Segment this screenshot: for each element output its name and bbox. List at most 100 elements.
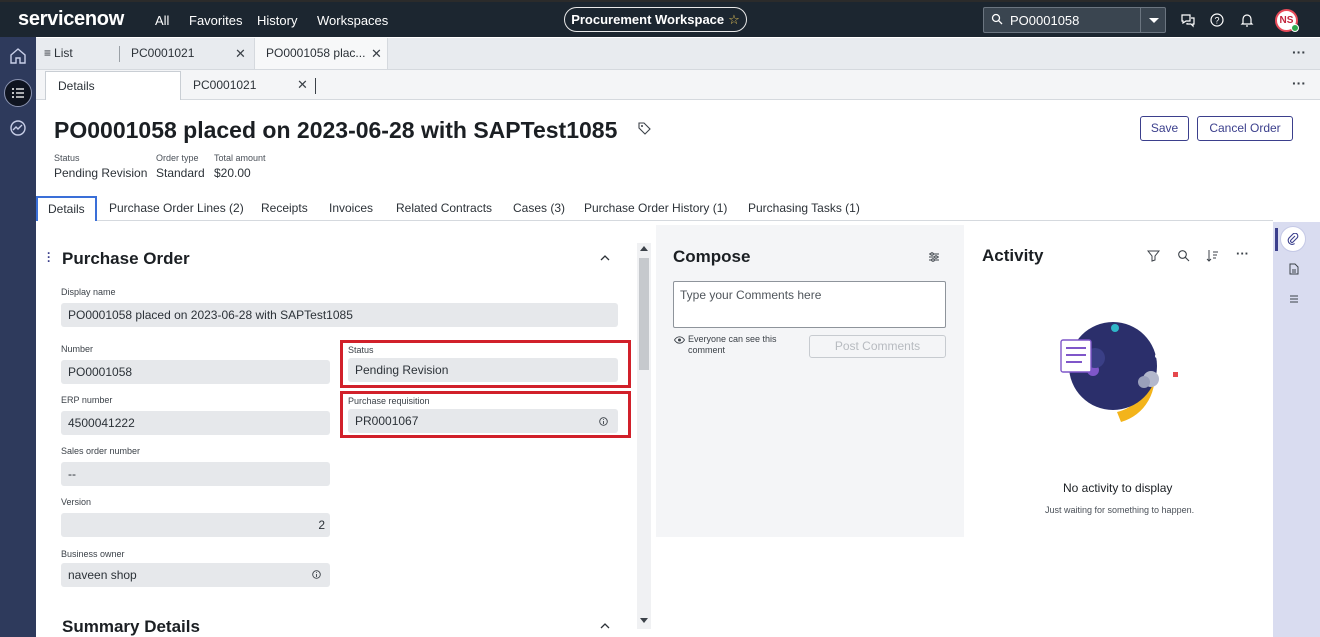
number-label: Number — [61, 344, 94, 354]
left-rail — [0, 37, 36, 637]
display-name-label: Display name — [61, 287, 116, 297]
highlight-box-requisition — [340, 391, 631, 438]
analytics-icon[interactable] — [8, 118, 28, 138]
record-tabs: Details Purchase Order Lines (2) Receipt… — [36, 196, 1273, 221]
meta-status-value: Pending Revision — [54, 166, 148, 180]
info-icon[interactable] — [312, 570, 321, 579]
tab-purchasing-tasks[interactable]: Purchasing Tasks (1) — [748, 196, 860, 221]
meta-total-value: $20.00 — [214, 166, 251, 180]
more-icon[interactable]: ··· — [1236, 246, 1249, 261]
number-field[interactable]: PO0001058 — [61, 360, 330, 384]
list-lines-icon[interactable] — [1288, 293, 1300, 305]
business-owner-value: naveen shop — [68, 568, 137, 582]
business-owner-field[interactable]: naveen shop — [61, 563, 330, 587]
workspace-tabs: ≡ List PC0001021 ✕ PO0001058 plac... ✕ ··… — [36, 38, 1320, 70]
document-icon[interactable] — [1288, 263, 1300, 275]
right-rail-active-indicator — [1275, 228, 1278, 251]
close-icon[interactable]: ✕ — [371, 46, 382, 62]
empty-state-subtitle: Just waiting for something to happen. — [1045, 505, 1195, 515]
subtabs: Details PC0001021 ✕ ··· — [36, 70, 1320, 100]
tab-purchase-order-history[interactable]: Purchase Order History (1) — [584, 196, 727, 221]
close-icon[interactable]: ✕ — [235, 46, 246, 62]
tab-divider — [119, 46, 120, 62]
list-lines-icon: ≡ — [44, 46, 52, 60]
home-icon[interactable] — [8, 46, 28, 66]
tab-purchase-order-lines[interactable]: Purchase Order Lines (2) — [109, 196, 244, 221]
erp-field[interactable]: 4500041222 — [61, 411, 330, 435]
version-label: Version — [61, 497, 92, 507]
comments-textarea[interactable]: Type your Comments here — [673, 281, 946, 328]
meta-total-label: Total amount — [214, 153, 266, 163]
more-icon[interactable]: ··· — [1292, 75, 1306, 91]
search-icon[interactable] — [1177, 249, 1190, 262]
form-scrollbar-thumb[interactable] — [639, 258, 649, 370]
visibility-note: Everyone can see this comment — [688, 334, 777, 356]
tab-pc0001021-sub-label: PC0001021 — [193, 78, 257, 92]
compose-panel — [656, 225, 964, 537]
tab-pc0001021-label: PC0001021 — [131, 46, 195, 60]
paperclip-icon — [1287, 233, 1299, 245]
top-navigation-bar: servicenow All Favorites History Workspa… — [0, 0, 1320, 37]
visibility-note-line2: comment — [688, 345, 726, 355]
global-search[interactable]: PO0001058 — [983, 7, 1166, 33]
sort-icon[interactable] — [1206, 249, 1219, 262]
bell-icon[interactable] — [1239, 12, 1255, 28]
tab-related-contracts[interactable]: Related Contracts — [396, 196, 492, 221]
attachments-button[interactable] — [1280, 226, 1306, 252]
menu-history[interactable]: History — [257, 13, 297, 28]
help-icon[interactable]: ? — [1209, 12, 1225, 28]
menu-all[interactable]: All — [155, 13, 169, 28]
chevron-up-icon[interactable] — [600, 621, 610, 631]
settings-sliders-icon[interactable] — [928, 251, 940, 263]
meta-ordertype-label: Order type — [156, 153, 199, 163]
menu-workspaces[interactable]: Workspaces — [317, 13, 388, 28]
tab-cursor — [315, 78, 316, 94]
close-icon[interactable]: ✕ — [297, 77, 308, 93]
empty-state-illustration-icon — [1060, 322, 1178, 422]
page-title: PO0001058 placed on 2023-06-28 with SAPT… — [54, 117, 618, 143]
avatar[interactable]: NS — [1275, 9, 1299, 32]
tab-details[interactable]: Details — [45, 71, 181, 100]
tab-pc0001021[interactable]: PC0001021 — [131, 38, 251, 69]
tab-cases[interactable]: Cases (3) — [513, 196, 565, 221]
sales-order-field[interactable]: -- — [61, 462, 330, 486]
chevron-up-icon[interactable] — [600, 253, 610, 263]
search-input[interactable]: PO0001058 — [1010, 13, 1079, 28]
menu-favorites[interactable]: Favorites — [189, 13, 242, 28]
tab-pc0001021-sub[interactable]: PC0001021 — [193, 71, 293, 100]
drag-handle-icon[interactable]: · · · — [47, 247, 51, 267]
tab-invoices[interactable]: Invoices — [329, 196, 373, 221]
eye-icon — [674, 336, 685, 344]
star-icon[interactable]: ☆ — [728, 12, 740, 27]
tab-details-record[interactable]: Details — [36, 196, 97, 221]
list-icon — [12, 88, 24, 98]
display-name-field[interactable]: PO0001058 placed on 2023-06-28 with SAPT… — [61, 303, 618, 327]
filter-icon[interactable] — [1147, 249, 1160, 262]
more-icon[interactable]: ··· — [1292, 44, 1306, 60]
tab-po0001058-label: PO0001058 plac... — [266, 46, 366, 60]
tab-list-label: List — [54, 46, 73, 60]
tag-icon[interactable] — [638, 122, 651, 135]
section-title-summary: Summary Details — [62, 617, 200, 636]
search-scope-dropdown[interactable] — [1140, 8, 1165, 32]
list-nav-button[interactable] — [4, 79, 32, 107]
right-rail — [1273, 222, 1320, 637]
servicenow-logo[interactable]: servicenow — [18, 8, 124, 31]
tab-receipts[interactable]: Receipts — [261, 196, 308, 221]
empty-state-title: No activity to display — [1063, 481, 1173, 495]
scroll-up-icon[interactable] — [640, 245, 648, 251]
tab-list[interactable]: ≡ List — [44, 38, 119, 69]
section-title: Purchase Order — [62, 249, 190, 268]
workspace-pill[interactable]: Procurement Workspace ☆ — [564, 7, 747, 32]
presence-dot — [1291, 24, 1299, 32]
erp-label: ERP number — [61, 395, 113, 405]
post-comments-button[interactable]: Post Comments — [809, 335, 946, 358]
version-field[interactable]: 2 — [61, 513, 330, 537]
tab-po0001058[interactable]: PO0001058 plac... — [254, 38, 388, 69]
save-button[interactable]: Save — [1140, 116, 1189, 141]
cancel-order-button[interactable]: Cancel Order — [1197, 116, 1293, 141]
logo-text: servicenow — [18, 8, 124, 30]
workspace-name: Procurement Workspace — [571, 12, 725, 27]
scroll-down-icon[interactable] — [640, 618, 648, 624]
chat-icon[interactable] — [1180, 12, 1196, 28]
